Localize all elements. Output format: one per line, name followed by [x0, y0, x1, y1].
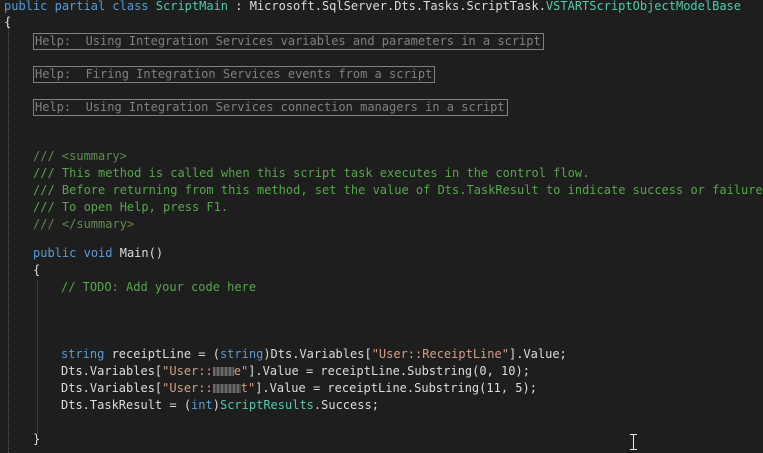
doc-prefix: /// [33, 166, 62, 180]
doc-text: Before returning from this method, set t… [61, 183, 763, 197]
code-editor[interactable]: public partial class ScriptMain : Micros… [0, 0, 763, 453]
code-text: ].Value = receiptLine.Substring(11, 5); [255, 381, 537, 395]
code-text: Dts.TaskResult = ( [61, 398, 192, 412]
statement-variable-assign-1[interactable]: Dts.Variables["User:: e"].Value = receipt… [61, 363, 530, 380]
code-text: ].Value = receiptLine.Substring(0, 10); [248, 364, 530, 378]
method-name: Main() [119, 246, 164, 260]
string-literal: "User::ReceiptLine" [371, 347, 509, 361]
code-text: ].Value; [508, 347, 567, 361]
colon: : [228, 0, 250, 13]
string-literal-end: e" [233, 364, 249, 378]
code-text: Dts.Variables[ [61, 364, 163, 378]
keyword-void: void [83, 246, 113, 260]
code-text: )Dts.Variables[ [263, 347, 372, 361]
doc-prefix: /// [33, 149, 62, 163]
doc-text: This method is called when this script t… [61, 166, 590, 180]
doc-comment-summary-open: /// <summary> [33, 148, 127, 165]
keyword-partial: partial [54, 0, 106, 13]
method-brace-open: { [33, 263, 41, 277]
keyword-string-cast: string [219, 347, 264, 361]
code-text: ) [212, 398, 220, 412]
summary-open-tag: <summary> [61, 149, 127, 163]
statement-receipt-line[interactable]: string receiptLine = (string)Dts.Variabl… [61, 346, 567, 363]
doc-comment-line-1: /// This method is called when this scri… [33, 165, 589, 182]
string-literal-end: t" [240, 381, 256, 395]
doc-comment-summary-close: /// </summary> [33, 216, 134, 233]
statement-task-result[interactable]: Dts.TaskResult = (int)ScriptResults.Succ… [61, 397, 379, 414]
redacted-text [212, 384, 241, 393]
doc-comment-line-3: /// To open Help, press F1. [33, 199, 228, 216]
indent-guide-method [37, 280, 38, 433]
keyword-string: string [61, 347, 105, 361]
doc-prefix: /// [33, 183, 62, 197]
code-text: receiptLine = ( [104, 347, 220, 361]
doc-prefix: /// [33, 200, 62, 214]
string-literal-start: "User:: [162, 381, 213, 395]
indent-guide-class [8, 18, 9, 453]
region-help-variables[interactable]: Help: Using Integration Services variabl… [33, 33, 544, 50]
class-declaration-line[interactable]: public partial class ScriptMain : Micros… [4, 0, 741, 15]
code-text: Dts.Variables[ [61, 381, 163, 395]
statement-variable-assign-2[interactable]: Dts.Variables["User:: t"].Value = receipt… [61, 380, 537, 397]
region-help-events[interactable]: Help: Firing Integration Services events… [33, 66, 436, 83]
region-help-connections[interactable]: Help: Using Integration Services connect… [33, 99, 508, 116]
code-text: .Success; [313, 398, 379, 412]
doc-comment-line-2: /// Before returning from this method, s… [33, 182, 763, 199]
redacted-text [212, 367, 234, 376]
class-name: ScriptMain [155, 0, 229, 13]
class-brace-open: { [4, 15, 12, 29]
summary-close-tag: </summary> [61, 217, 135, 231]
keyword-public: public [33, 246, 77, 260]
method-brace-close: } [33, 432, 41, 446]
text-cursor-icon [630, 434, 638, 450]
base-type: VSTARTScriptObjectModelBase [545, 0, 741, 13]
keyword-class: class [112, 0, 149, 13]
keyword-int: int [191, 398, 213, 412]
keyword-public: public [4, 0, 48, 13]
type-script-results: ScriptResults [219, 398, 314, 412]
main-method-declaration[interactable]: public void Main() [33, 245, 163, 262]
todo-comment: // TODO: Add your code here [61, 280, 257, 294]
string-literal-start: "User:: [162, 364, 213, 378]
doc-text: To open Help, press F1. [61, 200, 229, 214]
doc-prefix: /// [33, 217, 62, 231]
base-namespace: Microsoft.SqlServer.Dts.Tasks.ScriptTask… [249, 0, 546, 13]
